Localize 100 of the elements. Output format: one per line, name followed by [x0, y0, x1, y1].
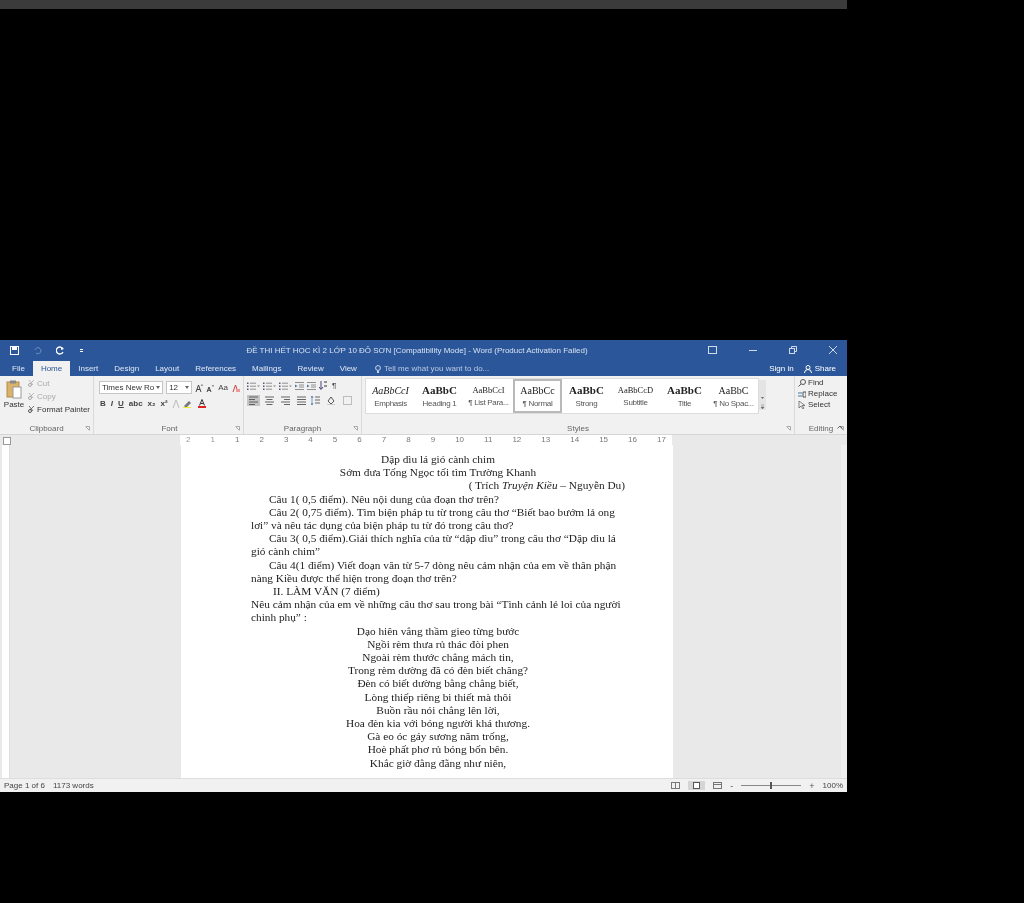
ribbon-tab[interactable]: Design	[106, 361, 148, 376]
group-label: Editing	[808, 424, 834, 433]
bullets-icon[interactable]	[247, 381, 260, 390]
read-mode-icon[interactable]	[671, 782, 681, 789]
format-button[interactable]: abc	[127, 399, 144, 408]
ruler-number: 10	[455, 435, 465, 445]
style-option[interactable]: AaBbC Heading 1	[415, 379, 464, 413]
ruler-number: 12	[512, 435, 522, 445]
group-label: Paragraph	[283, 424, 322, 433]
style-option[interactable]: AaBbCcI ¶ List Para...	[464, 379, 513, 413]
clipboard-icon[interactable]	[6, 380, 23, 399]
ribbon-tab[interactable]: Review	[289, 361, 332, 376]
ruler-number: 14	[570, 435, 580, 445]
search-icon[interactable]	[798, 378, 806, 387]
redo-icon[interactable]	[56, 345, 65, 355]
window-title: ĐỀ THI HẾT HỌC KÌ 2 LỚP 10 ĐỖ SƠN [Compatibility Mode] - Word (Product Activation Failed)	[245, 345, 589, 355]
share-button[interactable]: Share	[798, 361, 841, 376]
ruler-number: 13	[541, 435, 551, 445]
editing-button[interactable]: Replace	[798, 389, 844, 398]
document-text: Dạo hiên vắng thầm gieo từng bước	[355, 624, 521, 638]
style-option[interactable]: AaBbCcD Subtitle	[611, 379, 660, 413]
align-icon[interactable]	[295, 395, 308, 406]
page-count[interactable]: Page 1 of 6	[4, 781, 45, 790]
save-icon[interactable]	[10, 345, 19, 355]
shrink-font-icon[interactable]	[206, 383, 215, 392]
font-color-icon[interactable]	[197, 399, 208, 408]
document-text: Khắc giờ đằng đẵng như niên,	[368, 756, 508, 770]
align-icon[interactable]	[279, 395, 292, 406]
format-button[interactable]: U	[117, 399, 125, 408]
document-text: Câu 4(1 điểm) Viết đoạn văn từ 5-7 dòng nêu cảm nhận của em về thân phận nàng Kiều được thể hiện trong đoạn thơ trên?	[251, 558, 618, 586]
style-option[interactable]: AaBbC Strong	[562, 379, 611, 413]
scrollbar[interactable]	[841, 445, 847, 778]
increase-indent-icon[interactable]	[307, 381, 316, 390]
clipboard-button[interactable]: Format Painter	[28, 404, 90, 415]
web-layout-icon[interactable]	[713, 782, 723, 789]
dropdown-icon[interactable]	[156, 386, 161, 389]
ribbon-tab[interactable]: Insert	[70, 361, 107, 376]
restore-icon[interactable]	[789, 346, 797, 354]
align-icon[interactable]	[263, 395, 276, 406]
style-option[interactable]: AaBbC ¶ No Spac...	[709, 379, 758, 413]
ribbon-tab[interactable]: Home	[32, 361, 71, 376]
align-icon[interactable]	[247, 395, 260, 406]
editing-button[interactable]: Find	[798, 378, 844, 387]
format-button[interactable]: I	[109, 399, 114, 408]
zoom-out-button[interactable]: -	[730, 780, 734, 791]
font-name-field[interactable]: Times New Ro	[99, 381, 164, 394]
ruler-number: 1	[234, 435, 240, 445]
document-text: Ngồi rèm thưa rủ thác đòi phen	[366, 637, 510, 652]
sort-icon[interactable]	[319, 381, 328, 390]
word-count[interactable]: 1173 words	[52, 781, 94, 790]
numbering-icon[interactable]	[263, 381, 276, 390]
grow-font-icon[interactable]	[195, 383, 204, 392]
editing-button[interactable]: Select	[798, 400, 844, 409]
zoom-level[interactable]: 100%	[822, 781, 843, 790]
tell-me-field[interactable]: Tell me what you want to do...	[383, 364, 534, 373]
lightbulb-icon[interactable]	[374, 364, 381, 373]
print-layout-icon[interactable]	[688, 781, 706, 790]
close-icon[interactable]	[829, 346, 837, 354]
format-button[interactable]: B	[99, 399, 107, 408]
style-option[interactable]: AaBbCcI Emphasis	[366, 379, 415, 413]
show-marks-button[interactable]: ¶	[331, 381, 338, 390]
format-button[interactable]: x²	[159, 399, 169, 408]
ruler-number: 2	[186, 435, 191, 445]
document-text: II. LÀM VĂN (7 điểm)	[272, 585, 381, 599]
ruler-number: 15	[599, 435, 609, 445]
font-size-field[interactable]: 12	[166, 381, 193, 394]
paste-button[interactable]: Paste	[3, 378, 26, 423]
change-case-button[interactable]: Aa	[217, 383, 229, 392]
ribbon-tab[interactable]: View	[331, 361, 365, 376]
style-option[interactable]: AaBbCc ¶ Normal	[513, 379, 562, 413]
ruler-number: 16	[628, 435, 637, 445]
document-text: Câu 3( 0,5 điểm).Giải thích nghĩa của từ “dập dìu” trong câu thơ “Dập dìu lá gió cành chim”	[251, 532, 617, 559]
person-icon[interactable]	[803, 364, 812, 373]
ribbon-tab[interactable]: File	[4, 361, 33, 376]
document-text: Sớm đưa Tống Ngọc tối tìm Trường Khanh	[338, 466, 538, 480]
ribbon-tab[interactable]: Layout	[147, 361, 188, 376]
document-text: Buồn rầu nói chẳng lên lời,	[375, 703, 501, 718]
document-text: Ngoài rèm thước chẳng mách tin,	[361, 651, 515, 665]
sign-in-link[interactable]: Sign in	[764, 361, 799, 376]
ribbon-tab[interactable]: References	[187, 361, 245, 376]
tab-selector[interactable]	[3, 437, 11, 445]
document-text: Hoa đèn kia với bóng người khá thương.	[345, 717, 531, 731]
zoom-in-button[interactable]: +	[809, 780, 815, 791]
replace-icon[interactable]	[798, 389, 806, 398]
document-text: Nêu cảm nhận của em về những câu thơ sau trong bài “Tình cảnh lẻ loi của người chinh phụ” :	[251, 598, 622, 625]
pointer-icon[interactable]	[798, 400, 806, 409]
dropdown-icon[interactable]	[185, 386, 190, 389]
document-text: ( Trích Truyện Kiều – Nguyễn Du)	[467, 479, 625, 493]
multilevel-list-icon[interactable]	[279, 381, 292, 390]
gallery-scroll-icon[interactable]	[759, 380, 766, 410]
document-text: Trong rèm dường đã có đèn biết chăng?	[346, 664, 530, 678]
decrease-indent-icon[interactable]	[295, 381, 304, 390]
clear-formatting-icon[interactable]	[232, 383, 240, 392]
zoom-slider-thumb[interactable]	[770, 782, 773, 789]
format-button[interactable]: x₂	[146, 399, 157, 408]
ribbon-display-icon[interactable]	[708, 346, 717, 354]
style-option[interactable]: AaBbC Title	[660, 379, 709, 413]
ribbon-tab[interactable]: Mailings	[244, 361, 290, 376]
ruler-number: 5	[332, 435, 338, 445]
document-text: Đèn có biết dường bằng chẳng biết,	[356, 677, 520, 691]
